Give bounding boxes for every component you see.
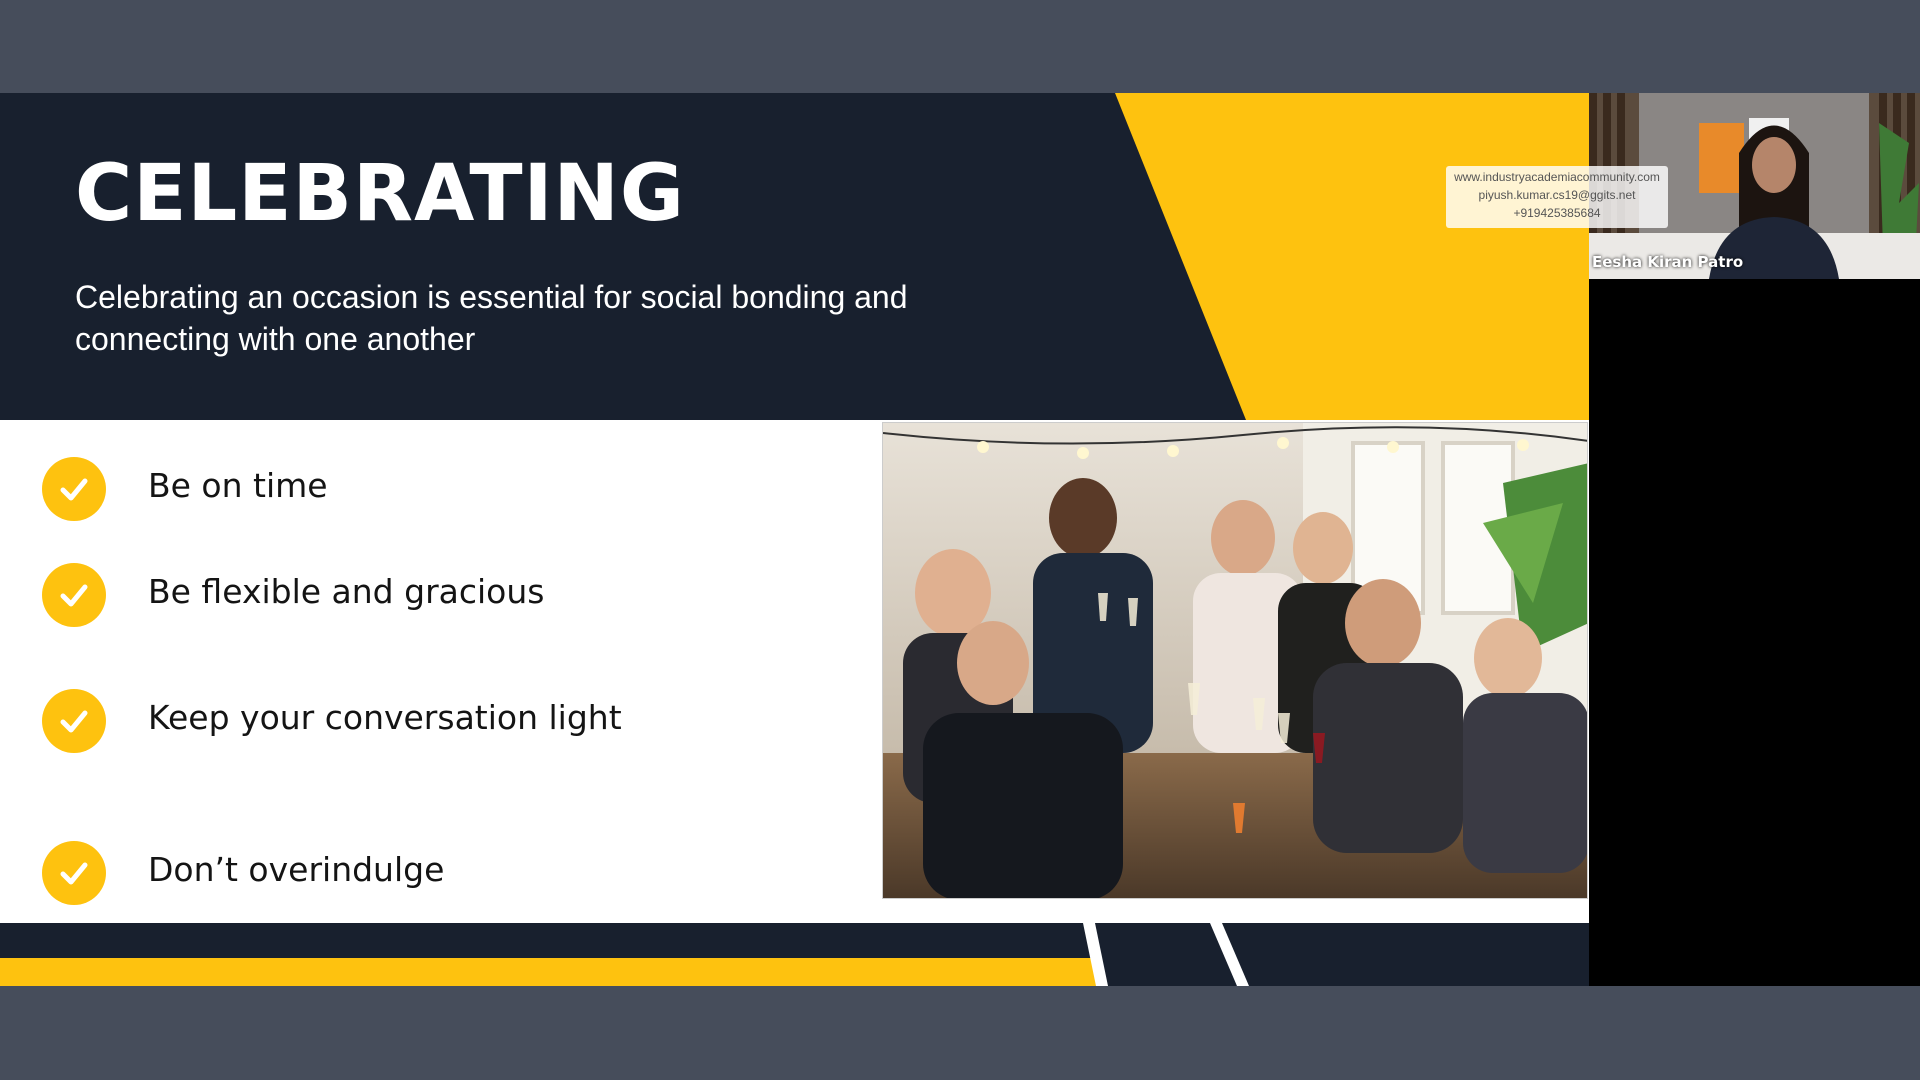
bottom-accent-bar	[0, 923, 1589, 986]
watermark-website: www.industryacademiacommunity.com	[1454, 170, 1660, 184]
slide-subtitle: Celebrating an occasion is essential for…	[75, 279, 908, 357]
list-item-label: Don’t overindulge	[148, 850, 445, 889]
celebration-photo	[882, 422, 1588, 899]
check-icon	[42, 841, 106, 905]
check-icon	[42, 457, 106, 521]
check-icon	[42, 689, 106, 753]
list-item-label: Be on time	[148, 466, 328, 505]
slide-title: CELEBRATING	[75, 149, 685, 239]
watermark-overlay: www.industryacademiacommunity.com piyush…	[1446, 166, 1668, 228]
watermark-phone: +919425385684	[1513, 206, 1601, 220]
participant-name: Eesha Kiran Patro	[1592, 253, 1744, 271]
empty-video-area	[1589, 279, 1920, 986]
list-item-label: Be flexible and gracious	[148, 572, 545, 611]
watermark-email: piyush.kumar.cs19@ggits.net	[1478, 188, 1636, 202]
presentation-slide: CELEBRATING Celebrating an occasion is e…	[0, 93, 1589, 986]
check-icon	[42, 563, 106, 627]
list-item-label: Keep your conversation light	[148, 698, 622, 737]
yellow-accent-shape	[1115, 93, 1589, 420]
